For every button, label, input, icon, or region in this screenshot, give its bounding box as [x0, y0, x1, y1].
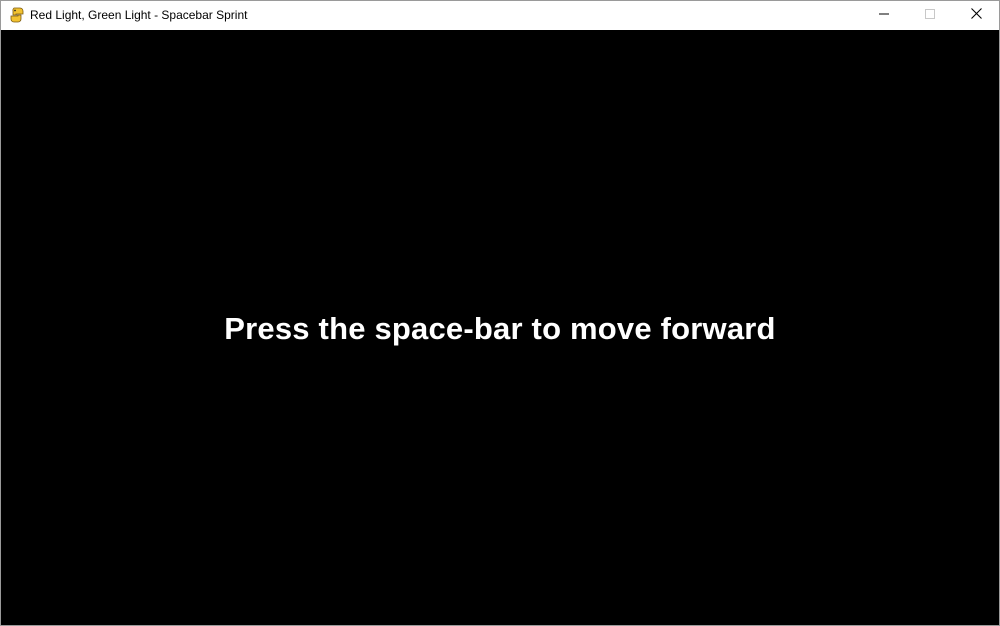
instruction-text: Press the space-bar to move forward [224, 311, 776, 346]
window-title: Red Light, Green Light - Spacebar Sprint [30, 8, 248, 22]
window-controls [861, 1, 999, 29]
game-window: Red Light, Green Light - Spacebar Sprint [0, 0, 1000, 626]
game-canvas[interactable]: Press the space-bar to move forward [1, 30, 999, 625]
maximize-icon [925, 6, 935, 24]
pygame-snake-icon [9, 7, 25, 23]
minimize-button[interactable] [861, 1, 907, 29]
maximize-button[interactable] [907, 1, 953, 29]
close-icon [970, 6, 982, 24]
minimize-icon [879, 6, 889, 24]
title-bar[interactable]: Red Light, Green Light - Spacebar Sprint [1, 1, 999, 29]
close-button[interactable] [953, 1, 999, 29]
